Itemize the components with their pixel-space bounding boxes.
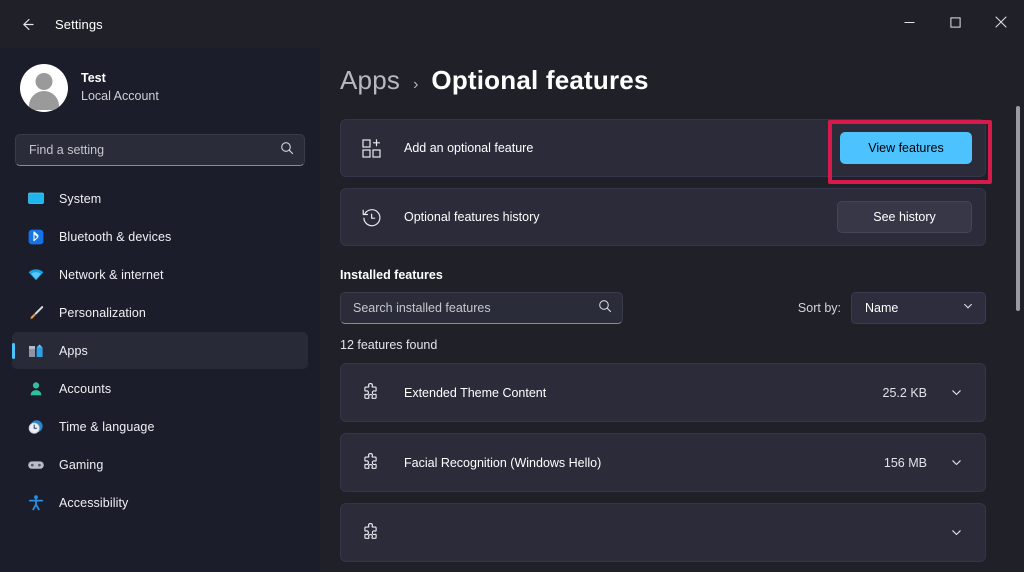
see-history-button[interactable]: See history xyxy=(837,201,972,233)
back-button[interactable] xyxy=(10,9,44,39)
card-action: View features xyxy=(840,132,972,164)
search-icon xyxy=(598,299,612,318)
close-icon xyxy=(995,15,1007,33)
sidebar-item-bluetooth-devices[interactable]: Bluetooth & devices xyxy=(12,218,308,255)
title-bar-left: Settings xyxy=(0,0,103,48)
sidebar-item-system[interactable]: System xyxy=(12,180,308,217)
chevron-down-icon xyxy=(962,299,974,317)
clock-globe-icon xyxy=(26,417,45,436)
add-grid-plus-icon xyxy=(360,137,383,160)
card-label: Optional features history xyxy=(404,210,540,224)
system-monitor-icon xyxy=(26,189,45,208)
account-text: Test Local Account xyxy=(81,71,159,104)
window-controls xyxy=(886,0,1024,48)
sidebar-search[interactable] xyxy=(15,134,305,166)
apps-grid-icon xyxy=(26,341,45,360)
breadcrumb-separator: › xyxy=(413,76,419,93)
back-arrow-icon xyxy=(19,16,36,33)
sidebar-nav: System Bluetooth & devices Network & int… xyxy=(12,180,308,521)
account-summary[interactable]: Test Local Account xyxy=(12,48,308,122)
history-clock-icon xyxy=(360,206,383,229)
window-body: Test Local Account Find a setting System… xyxy=(0,48,1024,572)
search-input[interactable] xyxy=(29,143,280,157)
installed-features-heading: Installed features xyxy=(340,268,443,282)
sidebar-item-time-language[interactable]: Time & language xyxy=(12,408,308,445)
installed-search-input[interactable] xyxy=(353,301,598,315)
feature-name: Extended Theme Content xyxy=(404,385,547,400)
add-optional-feature-card: Add an optional feature View features xyxy=(340,119,986,177)
sidebar: Test Local Account Find a setting System… xyxy=(0,48,320,572)
maximize-icon xyxy=(949,15,961,33)
sort-by-dropdown[interactable]: Name xyxy=(851,292,986,324)
breadcrumb-parent[interactable]: Apps xyxy=(340,65,400,96)
feature-row[interactable]: Extended Theme Content 25.2 KB xyxy=(340,363,986,422)
bluetooth-icon xyxy=(26,227,45,246)
card-action: See history xyxy=(837,201,972,233)
scrollbar-thumb[interactable] xyxy=(1016,106,1020,311)
chevron-down-icon[interactable] xyxy=(941,456,971,469)
accessibility-person-icon xyxy=(26,493,45,512)
main-content: Apps › Optional features Add an optional… xyxy=(320,48,1024,572)
sidebar-item-label: Apps xyxy=(59,343,88,358)
sort-control: Sort by: Name xyxy=(798,292,986,324)
user-avatar-icon xyxy=(20,64,68,112)
account-subtitle: Local Account xyxy=(81,89,159,103)
sidebar-item-network-internet[interactable]: Network & internet xyxy=(12,256,308,293)
card-label: Add an optional feature xyxy=(404,141,534,155)
optional-features-history-card: Optional features history See history xyxy=(340,188,986,246)
chevron-down-icon[interactable] xyxy=(941,386,971,399)
search-icon xyxy=(280,141,294,160)
person-icon xyxy=(26,379,45,398)
puzzle-piece-icon xyxy=(360,451,383,474)
sidebar-item-label: Personalization xyxy=(59,305,146,320)
sort-by-label: Sort by: xyxy=(797,301,841,315)
gamepad-icon xyxy=(26,455,45,474)
sidebar-item-gaming[interactable]: Gaming xyxy=(12,446,308,483)
sidebar-item-accounts[interactable]: Accounts xyxy=(12,370,308,407)
maximize-button[interactable] xyxy=(932,0,978,48)
feature-size: 156 MB xyxy=(883,455,927,470)
breadcrumb: Apps › Optional features xyxy=(340,48,986,96)
features-found-count: 12 features found xyxy=(340,338,438,352)
feature-row[interactable] xyxy=(340,503,986,562)
sidebar-item-label: System xyxy=(59,191,102,206)
sidebar-item-label: Gaming xyxy=(59,457,104,472)
feature-row[interactable]: Facial Recognition (Windows Hello) 156 M… xyxy=(340,433,986,492)
sidebar-item-label: Network & internet xyxy=(59,267,164,282)
installed-filter-row: Sort by: Name xyxy=(340,292,986,324)
puzzle-piece-icon xyxy=(360,381,383,404)
feature-size: 25.2 KB xyxy=(882,385,927,400)
sidebar-item-label: Accessibility xyxy=(59,495,129,510)
app-title: Settings xyxy=(55,16,103,32)
page-title: Optional features xyxy=(431,65,649,95)
view-features-button[interactable]: View features xyxy=(840,132,972,164)
puzzle-piece-icon xyxy=(360,521,383,544)
sidebar-item-label: Time & language xyxy=(59,419,155,434)
sidebar-item-accessibility[interactable]: Accessibility xyxy=(12,484,308,521)
account-name: Test xyxy=(81,71,106,86)
sort-by-value: Name xyxy=(865,301,899,315)
chevron-down-icon[interactable] xyxy=(941,526,971,539)
settings-window: Settings Test Local Account Find a setti… xyxy=(0,0,1024,572)
title-bar: Settings xyxy=(0,0,1024,48)
installed-search[interactable] xyxy=(340,292,623,324)
sidebar-item-label: Bluetooth & devices xyxy=(59,229,172,244)
close-button[interactable] xyxy=(978,0,1024,48)
wifi-icon xyxy=(26,265,45,284)
feature-name: Facial Recognition (Windows Hello) xyxy=(404,455,602,470)
sidebar-item-label: Accounts xyxy=(59,381,112,396)
sidebar-item-apps[interactable]: Apps xyxy=(12,332,308,369)
minimize-icon xyxy=(904,15,915,33)
main-inner: Apps › Optional features Add an optional… xyxy=(332,48,986,562)
sidebar-item-personalization[interactable]: Personalization xyxy=(12,294,308,331)
paintbrush-icon xyxy=(26,303,45,322)
minimize-button[interactable] xyxy=(886,0,932,48)
main-scrollbar[interactable] xyxy=(1016,106,1020,572)
